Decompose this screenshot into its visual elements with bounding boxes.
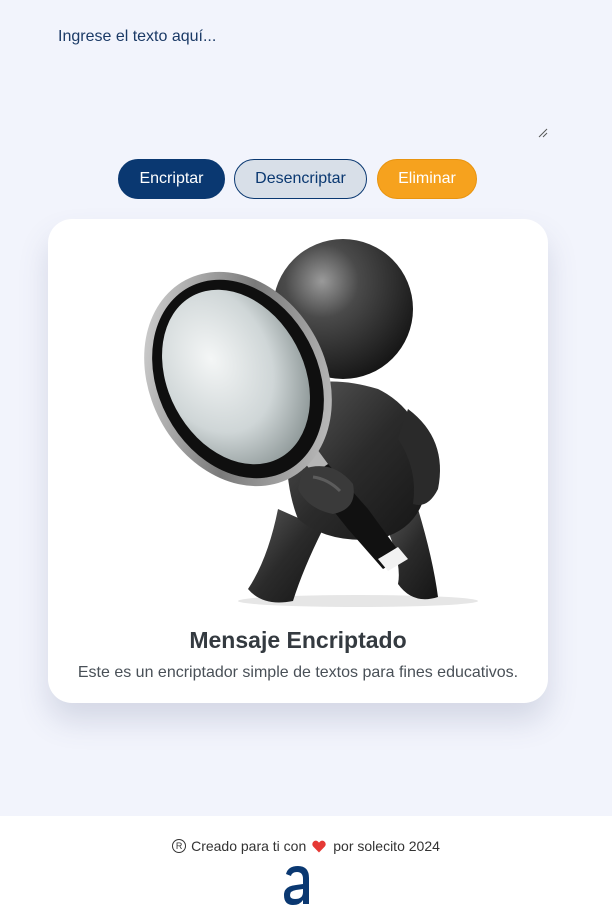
clear-button[interactable]: Eliminar: [377, 159, 477, 199]
encrypt-button[interactable]: Encriptar: [118, 159, 225, 199]
footer-text-after: por solecito 2024: [333, 838, 440, 854]
registered-icon: R: [172, 839, 187, 853]
action-buttons: Encriptar Desencriptar Eliminar: [0, 159, 612, 199]
alura-logo-icon[interactable]: [282, 864, 312, 906]
footer-text-before: Creado para ti con: [191, 838, 307, 854]
card-description: Este es un encriptador simple de textos …: [77, 664, 519, 681]
decrypt-button[interactable]: Desencriptar: [234, 159, 367, 199]
resize-grip-icon[interactable]: [537, 127, 548, 138]
text-input[interactable]: [48, 20, 550, 140]
result-card: Mensaje Encriptado Este es un encriptado…: [48, 219, 548, 703]
footer-credit: R Creado para ti con por solecito 2024: [0, 838, 612, 854]
heart-icon: [312, 840, 326, 852]
magnifying-glass-figure-icon: [144, 239, 478, 607]
footer: R Creado para ti con por solecito 2024: [0, 816, 612, 906]
card-title: Mensaje Encriptado: [189, 627, 407, 653]
page: Encriptar Desencriptar Eliminar: [0, 0, 612, 906]
